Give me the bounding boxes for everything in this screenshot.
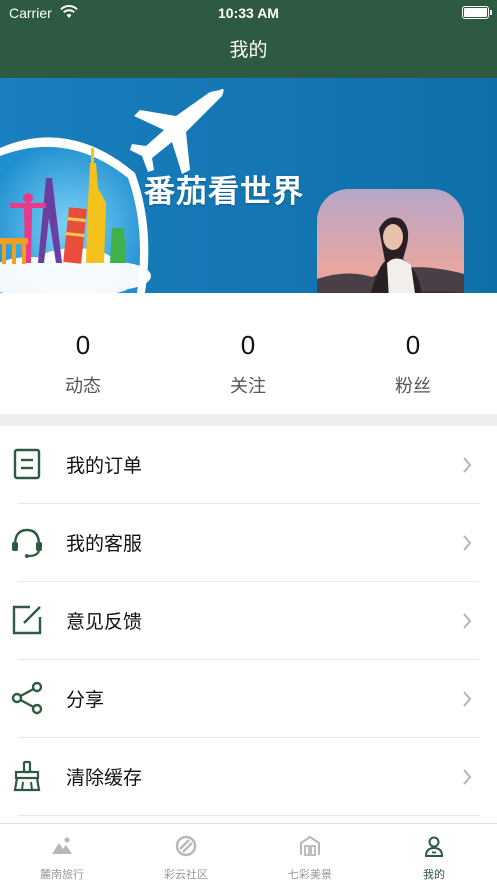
settings-menu: 我的订单 我的客服 意见反馈 分享 清除缓存 <box>0 426 497 816</box>
tab-profile[interactable]: 我的 <box>372 824 496 883</box>
tab-community[interactable]: 彩云社区 <box>124 824 248 883</box>
menu-item-label: 分享 <box>66 689 105 711</box>
stat-value: 0 <box>75 330 91 360</box>
order-list-icon <box>13 448 41 480</box>
menu-item-label: 我的客服 <box>66 533 143 555</box>
tab-label: 麓南旅行 <box>40 868 84 881</box>
status-bar: Carrier 10:33 AM <box>0 0 497 26</box>
chevron-right-icon <box>463 457 472 473</box>
profile-icon <box>424 836 444 857</box>
section-divider <box>0 414 497 426</box>
scenery-icon <box>300 835 320 856</box>
stat-followers[interactable]: 0 粉丝 <box>330 293 496 414</box>
chevron-right-icon <box>463 691 472 707</box>
menu-item-label: 清除缓存 <box>66 767 143 789</box>
broom-icon <box>13 760 41 792</box>
chevron-right-icon <box>463 613 472 629</box>
stat-following[interactable]: 0 关注 <box>165 293 331 414</box>
menu-item-share[interactable]: 分享 <box>0 660 497 738</box>
tab-label: 七彩美景 <box>288 868 332 881</box>
chevron-right-icon <box>463 769 472 785</box>
stat-value: 0 <box>405 330 421 360</box>
row-separator <box>18 815 479 816</box>
page-title: 我的 <box>229 39 268 61</box>
feedback-edit-icon <box>12 605 42 635</box>
tab-label: 彩云社区 <box>164 868 208 881</box>
menu-item-label: 我的订单 <box>66 455 143 477</box>
share-icon <box>11 681 43 715</box>
banner-slogan: 番茄看世界 <box>144 174 304 210</box>
stats-row: 0 动态 0 关注 0 粉丝 <box>0 293 497 414</box>
menu-item-customer-service[interactable]: 我的客服 <box>0 504 497 582</box>
stat-value: 0 <box>240 330 256 360</box>
headset-icon <box>12 528 42 558</box>
tab-travel[interactable]: 麓南旅行 <box>0 824 124 883</box>
menu-item-label: 意见反馈 <box>66 611 143 633</box>
clock: 10:33 AM <box>218 5 279 21</box>
stat-label: 关注 <box>230 376 266 397</box>
stat-label: 粉丝 <box>395 376 431 397</box>
tab-bar: 麓南旅行 彩云社区 七彩美景 我的 <box>0 823 497 883</box>
avatar-photo <box>317 189 464 293</box>
stat-posts[interactable]: 0 动态 <box>0 293 166 414</box>
stat-label: 动态 <box>65 376 101 397</box>
tab-label: 我的 <box>423 868 445 881</box>
menu-item-clear-cache[interactable]: 清除缓存 <box>0 738 497 816</box>
menu-item-orders[interactable]: 我的订单 <box>0 426 497 504</box>
tab-scenery[interactable]: 七彩美景 <box>248 824 372 883</box>
mountain-icon <box>52 837 72 854</box>
battery-icon <box>462 6 492 19</box>
nav-bar: 我的 <box>0 26 497 78</box>
chevron-right-icon <box>463 535 472 551</box>
menu-item-feedback[interactable]: 意见反馈 <box>0 582 497 660</box>
avatar[interactable] <box>317 189 464 293</box>
community-icon <box>175 835 197 857</box>
profile-banner: 番茄看世界 <box>0 78 497 293</box>
